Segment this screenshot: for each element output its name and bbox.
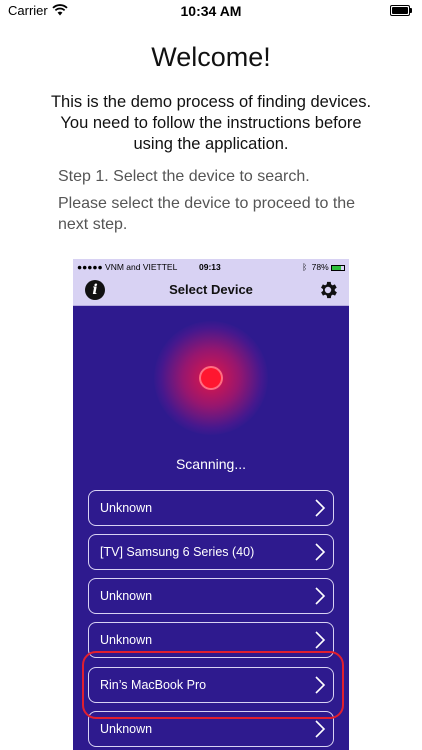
nav-bar: i Select Device: [73, 275, 349, 306]
step-description: Please select the device to proceed to t…: [58, 195, 356, 233]
device-label: Unknown: [100, 589, 153, 603]
chevron-right-icon: [315, 499, 326, 517]
bluetooth-icon: ᛒ: [302, 262, 308, 272]
device-row[interactable]: Unknown: [88, 490, 334, 526]
device-label: Unknown: [100, 722, 153, 736]
device-label: Unknown: [100, 501, 153, 515]
device-label: [TV] Samsung 6 Series (40): [100, 545, 255, 559]
welcome-title: Welcome!: [151, 42, 271, 72]
radar-pulse: [154, 321, 268, 435]
phone-battery-icon: [331, 264, 345, 271]
status-bar: Carrier 10:34 AM: [0, 0, 422, 24]
chevron-right-icon: [315, 720, 326, 738]
gear-icon[interactable]: [317, 279, 339, 301]
phone-battery: ᛒ 78%: [302, 262, 345, 272]
intro-text: This is the demo process of finding devi…: [50, 93, 372, 153]
chevron-right-icon: [315, 543, 326, 561]
phone-time: 09:13: [199, 262, 221, 272]
radar-core: [199, 366, 223, 390]
status-time: 10:34 AM: [180, 3, 242, 19]
device-row[interactable]: Unknown: [88, 578, 334, 614]
device-label: Unknown: [100, 633, 153, 647]
phone-status-bar: ●●●●● VNM and VIETTEL 09:13 ᛒ 78%: [73, 259, 349, 275]
device-row[interactable]: [TV] Samsung 6 Series (40): [88, 534, 334, 570]
chevron-right-icon: [315, 631, 326, 649]
phone-carrier: ●●●●● VNM and VIETTEL: [77, 262, 178, 272]
selection-highlight: [82, 651, 344, 719]
scanning-text: Scanning...: [175, 456, 247, 472]
phone-battery-percent: 78%: [311, 262, 329, 272]
step-title: Step 1. Select the device to search.: [58, 168, 310, 185]
nav-title: Select Device: [169, 282, 253, 297]
chevron-right-icon: [315, 587, 326, 605]
battery-icon: [390, 5, 414, 16]
